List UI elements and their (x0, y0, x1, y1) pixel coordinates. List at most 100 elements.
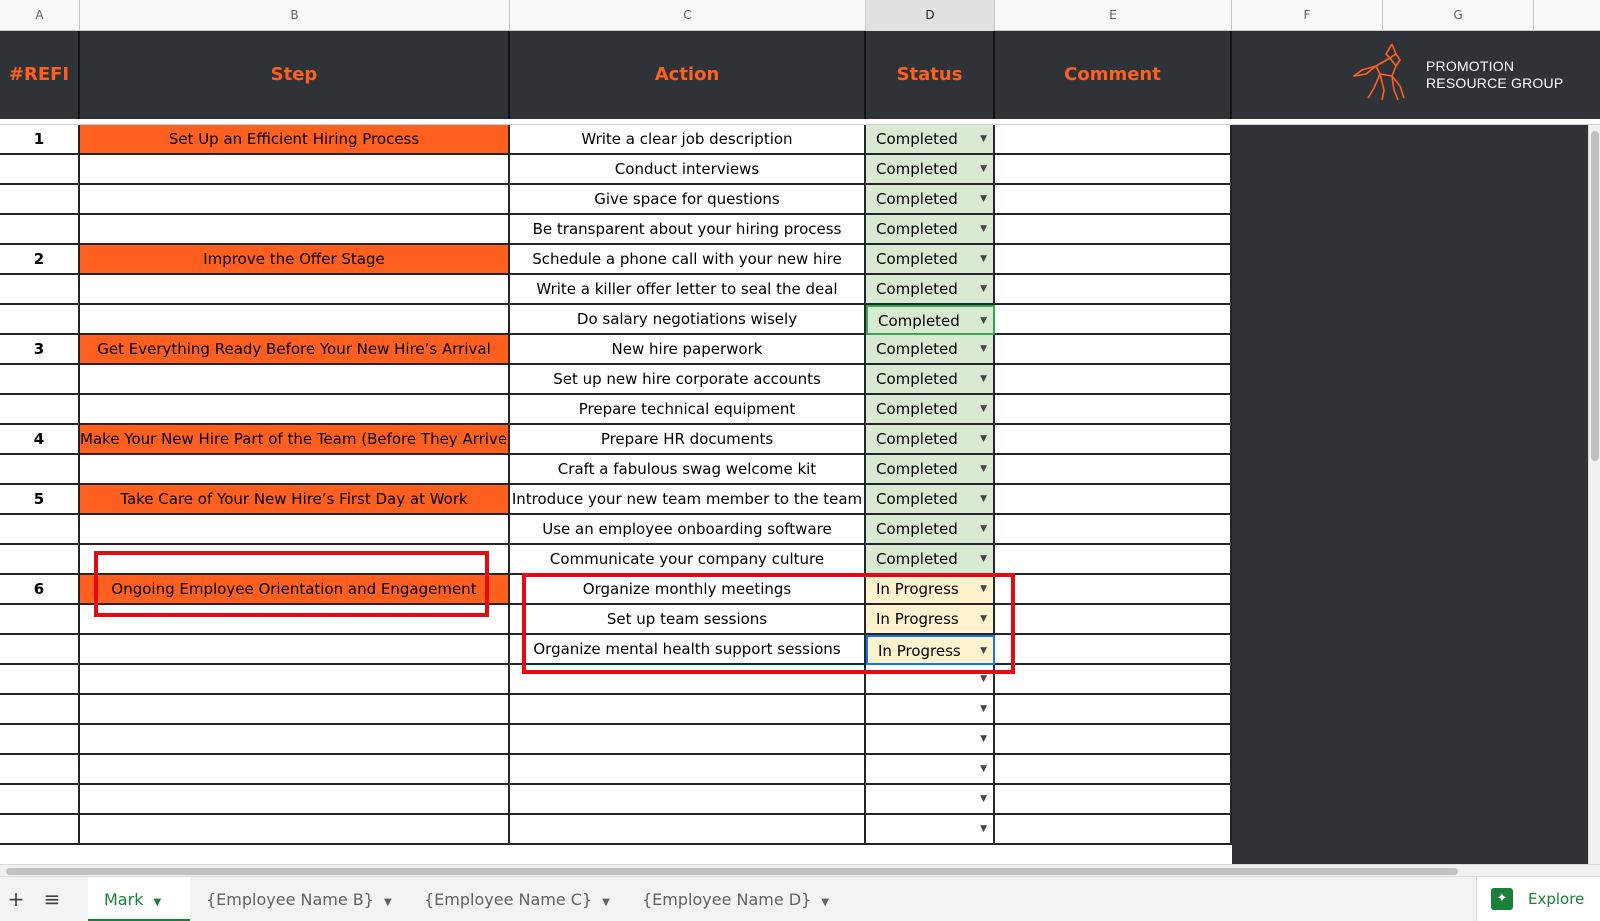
header-ref[interactable]: #REFI (0, 31, 80, 119)
ref-cell[interactable] (0, 185, 80, 215)
status-cell[interactable]: Completed ▼ (866, 275, 995, 305)
dropdown-arrow-icon[interactable]: ▼ (980, 365, 987, 393)
ref-cell[interactable] (0, 455, 80, 485)
ref-cell[interactable]: 1 (0, 125, 80, 155)
action-cell[interactable]: Write a killer offer letter to seal the … (510, 275, 866, 305)
column-header-e[interactable]: E (995, 0, 1232, 31)
step-cell[interactable] (80, 605, 510, 635)
comment-cell[interactable] (995, 665, 1232, 695)
ref-cell[interactable] (0, 515, 80, 545)
comment-cell[interactable] (995, 695, 1232, 725)
status-cell[interactable]: Completed ▼ (866, 155, 995, 185)
list-icon[interactable]: ≡ (38, 877, 66, 921)
dropdown-arrow-icon[interactable]: ▼ (980, 637, 987, 663)
ref-cell[interactable] (0, 305, 80, 335)
comment-cell[interactable] (995, 275, 1232, 305)
step-cell[interactable] (80, 515, 510, 545)
action-cell[interactable] (510, 725, 866, 755)
tab-employee-d[interactable]: {Employee Name D} ▼ (626, 877, 848, 921)
dropdown-arrow-icon[interactable]: ▼ (980, 155, 987, 183)
header-action[interactable]: Action (510, 31, 866, 119)
comment-cell[interactable] (995, 365, 1232, 395)
step-cell[interactable] (80, 365, 510, 395)
dropdown-arrow-icon[interactable]: ▼ (980, 725, 987, 753)
ref-cell[interactable] (0, 395, 80, 425)
step-cell[interactable] (80, 215, 510, 245)
action-cell[interactable]: Conduct interviews (510, 155, 866, 185)
dropdown-arrow-icon[interactable]: ▼ (980, 545, 987, 573)
action-cell[interactable] (510, 755, 866, 785)
dropdown-arrow-icon[interactable]: ▼ (980, 695, 987, 723)
step-cell[interactable] (80, 185, 510, 215)
action-cell[interactable]: Craft a fabulous swag welcome kit (510, 455, 866, 485)
comment-cell[interactable] (995, 545, 1232, 575)
action-cell[interactable]: Prepare HR documents (510, 425, 866, 455)
status-cell[interactable]: Completed ▼ (866, 335, 995, 365)
action-cell[interactable]: Do salary negotiations wisely (510, 305, 866, 335)
ref-cell[interactable] (0, 815, 80, 845)
status-cell[interactable]: ▼ (866, 815, 995, 845)
status-cell[interactable]: Completed ▼ (866, 545, 995, 575)
dropdown-arrow-icon[interactable]: ▼ (980, 455, 987, 483)
tab-employee-c[interactable]: {Employee Name C} ▼ (408, 877, 626, 921)
action-cell[interactable]: Communicate your company culture (510, 545, 866, 575)
dropdown-arrow-icon[interactable]: ▼ (980, 245, 987, 273)
dropdown-arrow-icon[interactable]: ▼ (980, 125, 987, 153)
ref-cell[interactable]: 4 (0, 425, 80, 455)
status-cell[interactable]: ▼ (866, 725, 995, 755)
status-cell[interactable]: Completed ▼ (866, 185, 995, 215)
ref-cell[interactable] (0, 635, 80, 665)
action-cell[interactable] (510, 815, 866, 845)
ref-cell[interactable] (0, 365, 80, 395)
comment-cell[interactable] (995, 245, 1232, 275)
ref-cell[interactable] (0, 215, 80, 245)
step-cell[interactable]: Get Everything Ready Before Your New Hir… (80, 335, 510, 365)
vertical-scroll-thumb[interactable] (1591, 131, 1599, 461)
comment-cell[interactable] (995, 425, 1232, 455)
ref-cell[interactable] (0, 545, 80, 575)
ref-cell[interactable] (0, 155, 80, 185)
status-cell[interactable]: In Progress ▼ (866, 635, 995, 665)
dropdown-arrow-icon[interactable]: ▼ (980, 605, 987, 633)
tab-employee-b[interactable]: {Employee Name B} ▼ (190, 877, 408, 921)
status-cell[interactable]: Completed ▼ (866, 395, 995, 425)
comment-cell[interactable] (995, 215, 1232, 245)
dropdown-arrow-icon[interactable]: ▼ (980, 215, 987, 243)
dropdown-arrow-icon[interactable]: ▼ (980, 395, 987, 423)
action-cell[interactable]: Write a clear job description (510, 125, 866, 155)
column-header-a[interactable]: A (0, 0, 80, 31)
comment-cell[interactable] (995, 515, 1232, 545)
action-cell[interactable] (510, 695, 866, 725)
action-cell[interactable] (510, 785, 866, 815)
status-cell[interactable]: Completed ▼ (866, 515, 995, 545)
status-cell[interactable]: Completed ▼ (866, 245, 995, 275)
action-cell[interactable]: Use an employee onboarding software (510, 515, 866, 545)
dropdown-arrow-icon[interactable]: ▼ (980, 515, 987, 543)
step-cell[interactable] (80, 395, 510, 425)
step-cell[interactable] (80, 785, 510, 815)
ref-cell[interactable] (0, 785, 80, 815)
step-cell[interactable] (80, 755, 510, 785)
step-cell[interactable] (80, 665, 510, 695)
comment-cell[interactable] (995, 725, 1232, 755)
dropdown-arrow-icon[interactable]: ▼ (980, 815, 987, 843)
header-comment[interactable]: Comment (995, 31, 1232, 119)
comment-cell[interactable] (995, 755, 1232, 785)
column-header-b[interactable]: B (80, 0, 510, 31)
status-cell[interactable]: Completed ▼ (866, 305, 995, 335)
comment-cell[interactable] (995, 155, 1232, 185)
status-cell[interactable]: In Progress ▼ (866, 605, 995, 635)
comment-cell[interactable] (995, 305, 1232, 335)
status-cell[interactable]: Completed ▼ (866, 125, 995, 155)
chevron-down-icon[interactable]: ▼ (821, 897, 829, 908)
comment-cell[interactable] (995, 575, 1232, 605)
dropdown-arrow-icon[interactable]: ▼ (980, 785, 987, 813)
chevron-down-icon[interactable]: ▼ (384, 897, 392, 908)
comment-cell[interactable] (995, 785, 1232, 815)
status-cell[interactable]: ▼ (866, 755, 995, 785)
step-cell[interactable] (80, 815, 510, 845)
action-cell[interactable]: Give space for questions (510, 185, 866, 215)
chevron-down-icon[interactable]: ▼ (602, 897, 610, 908)
status-cell[interactable]: Completed ▼ (866, 425, 995, 455)
step-cell[interactable] (80, 725, 510, 755)
